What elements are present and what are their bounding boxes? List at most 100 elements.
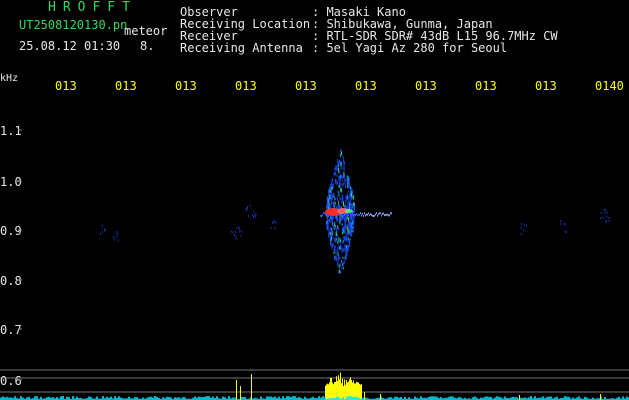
echo-speck xyxy=(348,226,350,230)
echo-speck xyxy=(350,222,352,228)
echo-speck xyxy=(334,197,336,201)
echo-speck xyxy=(339,220,341,225)
echo-trail xyxy=(326,214,327,217)
echo-speck xyxy=(338,200,340,206)
echo-speck xyxy=(338,176,340,181)
noise-speck xyxy=(249,204,251,207)
echo-speck xyxy=(337,225,339,229)
echo-speck xyxy=(349,216,351,221)
power-baseline xyxy=(20,396,22,400)
echo-speck xyxy=(353,195,355,200)
echo-speck xyxy=(343,171,345,176)
power-baseline xyxy=(62,396,64,400)
echo-speck xyxy=(345,178,347,182)
echo-speck xyxy=(337,164,339,167)
echo-speck xyxy=(328,192,330,198)
power-baseline xyxy=(288,396,290,400)
echo-speck xyxy=(332,178,334,182)
echo-speck xyxy=(337,251,339,257)
echo-speck xyxy=(326,205,328,209)
power-baseline xyxy=(222,396,224,400)
noise-speck xyxy=(253,214,255,217)
echo-speck xyxy=(348,185,350,189)
echo-speck xyxy=(331,186,333,190)
power-baseline xyxy=(2,396,4,400)
echo-speck xyxy=(349,231,351,235)
echo-speck xyxy=(349,237,351,241)
echo-speck xyxy=(327,196,329,199)
power-graph xyxy=(0,369,629,400)
noise-speck xyxy=(240,234,242,237)
echo-speck xyxy=(326,220,328,224)
power-baseline xyxy=(128,396,130,400)
echo-speck xyxy=(331,217,333,220)
power-bar xyxy=(329,382,330,400)
echo-speck xyxy=(330,184,332,188)
echo-speck xyxy=(352,204,354,209)
echo-trail xyxy=(374,214,375,217)
noise-speck xyxy=(255,213,257,216)
echo-speck xyxy=(347,201,349,206)
echo-trail xyxy=(356,212,357,215)
power-baseline xyxy=(292,396,294,400)
noise-speck xyxy=(271,221,273,224)
power-bar xyxy=(336,376,337,400)
noise-speck xyxy=(101,224,103,227)
echo-speck xyxy=(338,226,340,230)
echo-speck xyxy=(350,191,352,194)
echo-speck xyxy=(335,178,337,184)
echo-speck xyxy=(340,182,342,187)
echo-speck xyxy=(333,192,335,195)
power-baseline xyxy=(278,396,280,400)
echo-speck xyxy=(342,194,344,200)
echo-speck xyxy=(330,216,332,219)
echo-speck xyxy=(336,158,338,164)
echo-speck xyxy=(327,224,329,229)
power-baseline xyxy=(322,396,324,400)
power-spike xyxy=(600,394,601,400)
echo-speck xyxy=(350,195,352,201)
echo-trail xyxy=(351,213,352,216)
echo-speck xyxy=(336,173,338,178)
echo-speck xyxy=(342,201,344,207)
echo-speck xyxy=(336,247,338,252)
echo-speck xyxy=(339,179,341,185)
echo-speck xyxy=(336,204,338,209)
echo-speck xyxy=(335,231,337,236)
noise-speck xyxy=(270,226,272,229)
echo-speck xyxy=(338,192,340,196)
power-baseline xyxy=(260,396,262,400)
echo-speck xyxy=(346,175,348,179)
power-spike xyxy=(236,380,237,400)
power-bar xyxy=(338,375,339,400)
echo-speck xyxy=(352,226,354,230)
power-bar xyxy=(344,379,345,400)
echo-speck xyxy=(341,265,343,269)
power-spike xyxy=(251,374,252,400)
echo-trail xyxy=(322,214,323,217)
echo-speck xyxy=(353,210,355,214)
noise-speck xyxy=(608,217,610,220)
echo-speck xyxy=(328,235,330,239)
power-bar xyxy=(340,372,341,400)
noise-speck xyxy=(275,221,277,224)
power-baseline xyxy=(228,396,230,400)
echo-speck xyxy=(353,206,355,211)
echo-speck xyxy=(332,221,334,226)
power-baseline xyxy=(346,396,348,400)
noise-speck xyxy=(116,232,118,235)
power-baseline xyxy=(550,396,552,400)
echo-speck xyxy=(333,251,335,255)
noise-speck xyxy=(104,229,106,232)
noise-speck xyxy=(247,215,249,218)
noise-speck xyxy=(238,226,240,229)
echo-speck xyxy=(348,190,350,193)
noise-speck xyxy=(236,227,238,230)
echo-speck xyxy=(342,256,344,260)
echo-trail xyxy=(364,212,365,215)
echo-speck xyxy=(337,168,339,172)
echo-speck xyxy=(353,219,355,224)
echo-speck xyxy=(330,220,332,223)
echo-speck xyxy=(332,183,334,188)
power-baseline xyxy=(34,396,36,400)
